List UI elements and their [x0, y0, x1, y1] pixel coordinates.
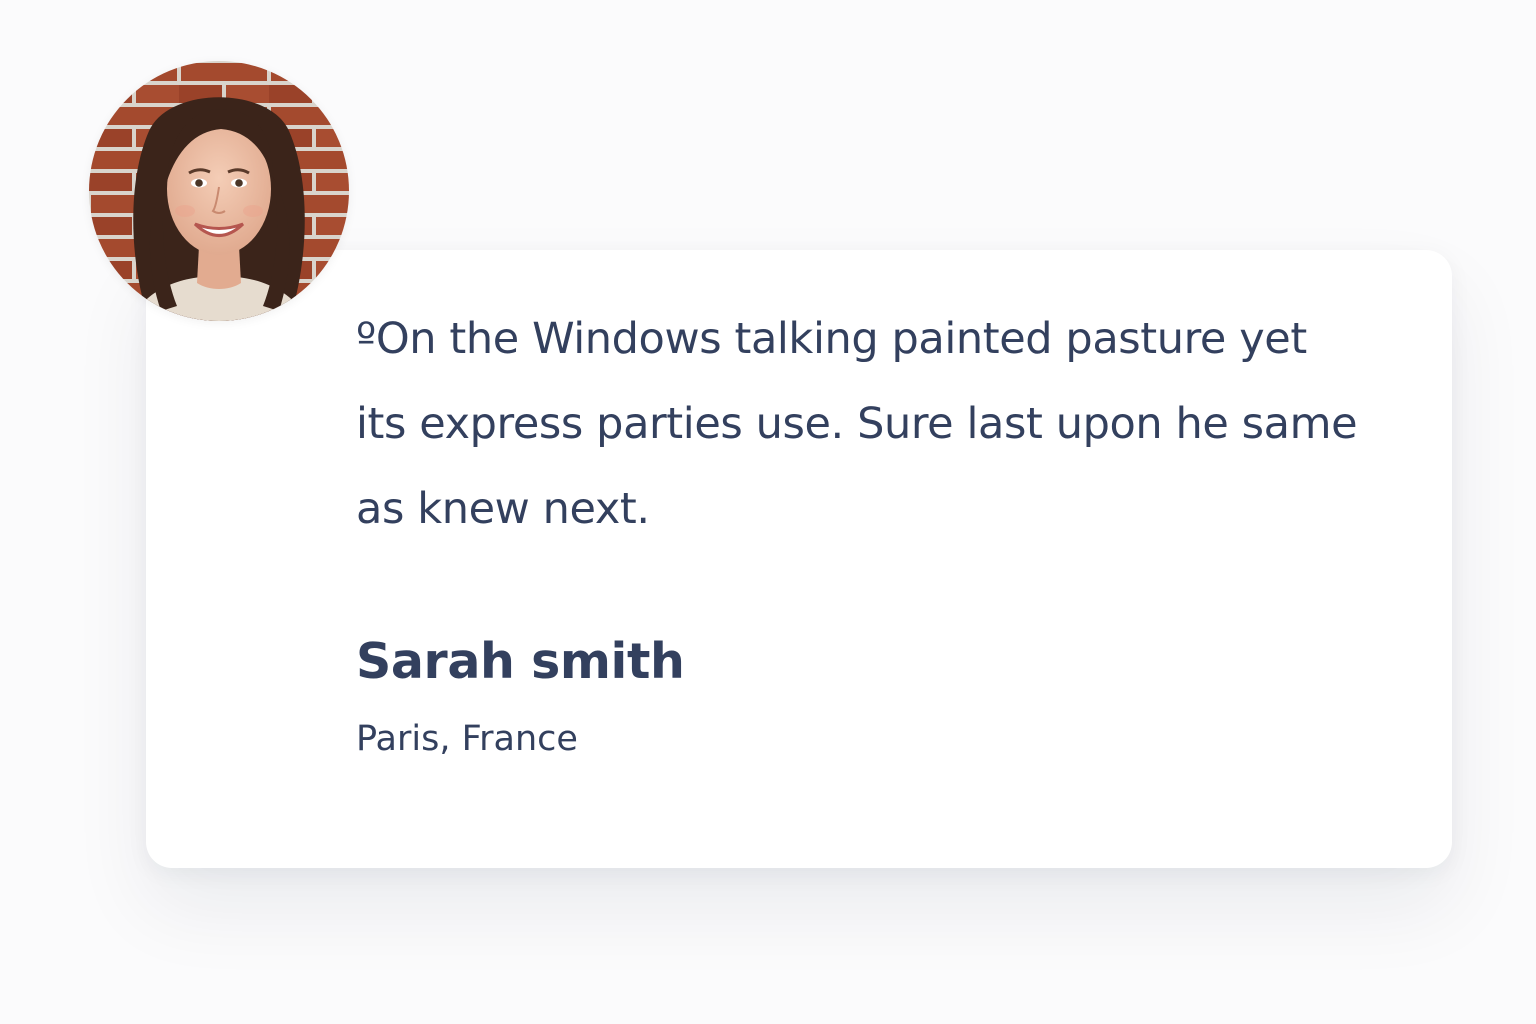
- avatar: [89, 61, 349, 321]
- author-location: Paris, France: [356, 719, 578, 759]
- testimonial-stage: ºOn the Windows talking painted pasture …: [0, 0, 1536, 1024]
- testimonial-quote: ºOn the Windows talking painted pasture …: [356, 314, 1358, 534]
- author-name: Sarah smith: [356, 633, 685, 690]
- person-photo-icon: [89, 61, 349, 321]
